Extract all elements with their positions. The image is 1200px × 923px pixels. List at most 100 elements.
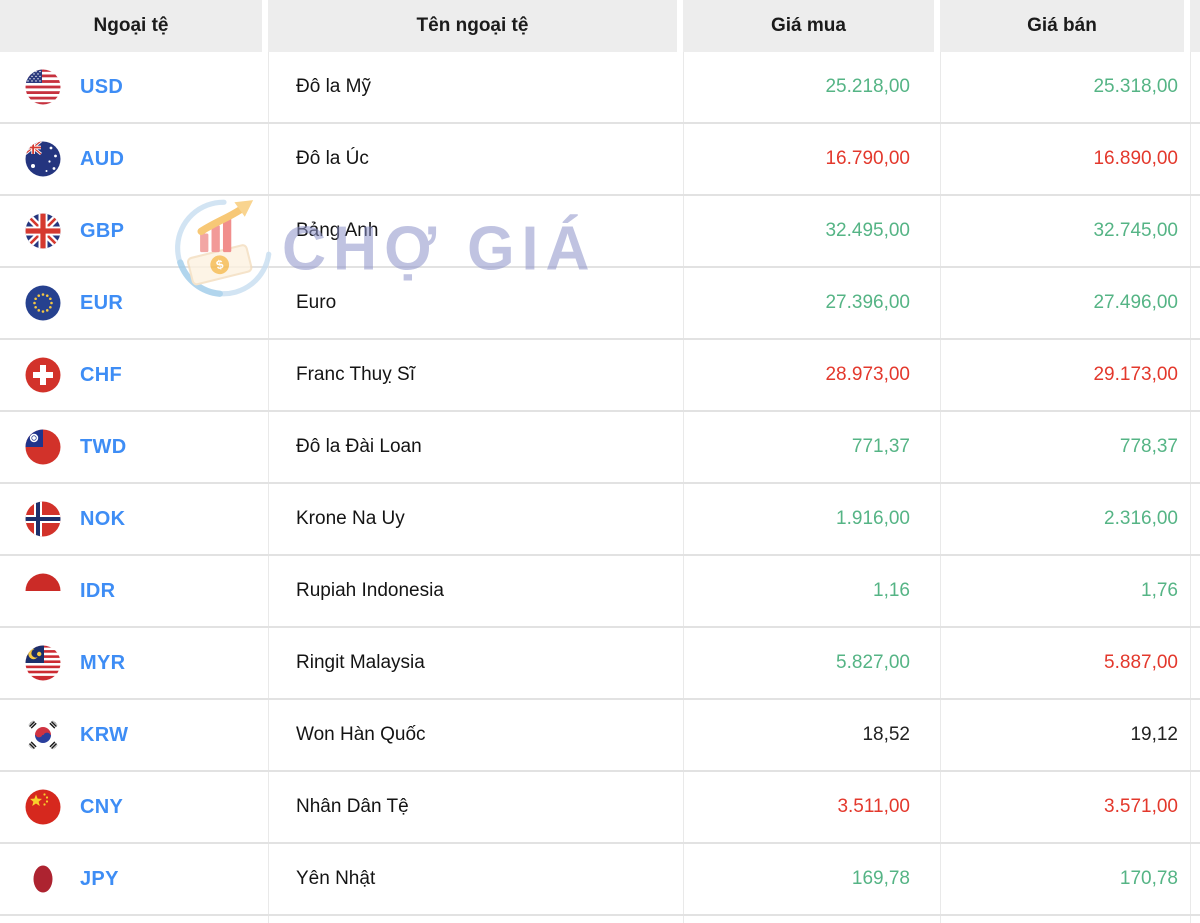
switzerland-flag-icon [25,357,61,393]
currency-code-link[interactable]: TWD [80,436,126,459]
cutoff-cell [1190,484,1200,554]
buy-price: 16.790,00 [683,124,940,194]
currency-name: Euro [268,268,683,338]
currency-cell: CNY [0,772,268,842]
malaysia-flag-icon [25,645,61,681]
currency-code-link[interactable]: CNY [80,796,123,819]
exchange-rate-table: Ngoại tệ Tên ngoại tệ Giá mua Giá bán US… [0,0,1200,923]
table-row: CHF Franc Thuỵ Sĩ 28.973,00 29.173,00 [0,340,1200,412]
table-header-row: Ngoại tệ Tên ngoại tệ Giá mua Giá bán [0,0,1200,52]
currency-code-link[interactable]: USD [80,76,123,99]
header-name: Tên ngoại tệ [268,0,683,52]
currency-cell: KRW [0,700,268,770]
currency-code-link[interactable]: AUD [80,148,124,171]
currency-name: Nhân Dân Tệ [268,772,683,842]
sell-price: 29.173,00 [940,340,1190,410]
currency-name: Franc Thuỵ Sĩ [268,340,683,410]
table-row: AUD Đô la Úc 16.790,00 16.890,00 [0,124,1200,196]
buy-price: 27.396,00 [683,268,940,338]
currency-code-link[interactable]: JPY [80,868,119,891]
buy-price: 5.827,00 [683,628,940,698]
table-row: TWD Đô la Đài Loan 771,37 778,37 [0,412,1200,484]
currency-cell [0,916,268,923]
table-row: KRW Won Hàn Quốc 18,52 19,12 [0,700,1200,772]
currency-code-link[interactable]: IDR [80,580,115,603]
sell-price: 27.496,00 [940,268,1190,338]
currency-code-link[interactable]: CHF [80,364,122,387]
currency-cell: NOK [0,484,268,554]
china-flag-icon [25,789,61,825]
currency-code-link[interactable]: EUR [80,292,123,315]
cutoff-cell [1190,268,1200,338]
rates-table-body: USD Đô la Mỹ 25.218,00 25.318,00 AUD Đô … [0,52,1200,923]
cutoff-cell [1190,844,1200,914]
currency-name [268,916,683,923]
cutoff-cell [1190,412,1200,482]
buy-price: 18,52 [683,700,940,770]
table-row: IDR Rupiah Indonesia 1,16 1,76 [0,556,1200,628]
currency-code-link[interactable]: KRW [80,724,128,747]
us-flag-icon [25,69,61,105]
currency-name: Đô la Mỹ [268,52,683,122]
buy-price: 771,37 [683,412,940,482]
currency-cell: TWD [0,412,268,482]
sell-price: 16.890,00 [940,124,1190,194]
header-cutoff-column [1190,0,1200,52]
sell-price: 170,78 [940,844,1190,914]
cutoff-cell [1190,124,1200,194]
table-row: CNY Nhân Dân Tệ 3.511,00 3.571,00 [0,772,1200,844]
table-row: MYR Ringit Malaysia 5.827,00 5.887,00 [0,628,1200,700]
currency-cell: IDR [0,556,268,626]
currency-code-link[interactable]: NOK [80,508,125,531]
header-buy-price: Giá mua [683,0,940,52]
cutoff-cell [1190,52,1200,122]
header-currency: Ngoại tệ [0,0,268,52]
indonesia-flag-icon [25,573,61,609]
currency-name: Đô la Đài Loan [268,412,683,482]
table-row: USD Đô la Mỹ 25.218,00 25.318,00 [0,52,1200,124]
buy-price: 25.218,00 [683,52,940,122]
currency-cell: EUR [0,268,268,338]
table-row: JPY Yên Nhật 169,78 170,78 [0,844,1200,916]
sell-price: 19,12 [940,700,1190,770]
cutoff-cell [1190,700,1200,770]
buy-price: 1.916,00 [683,484,940,554]
currency-name: Won Hàn Quốc [268,700,683,770]
buy-price: 169,78 [683,844,940,914]
table-row: GBP Bảng Anh 32.495,00 32.745,00 [0,196,1200,268]
table-row: EUR Euro 27.396,00 27.496,00 [0,268,1200,340]
sell-price: 32.745,00 [940,196,1190,266]
table-row: NOK Krone Na Uy 1.916,00 2.316,00 [0,484,1200,556]
buy-price [683,916,940,923]
norway-flag-icon [25,501,61,537]
currency-name: Bảng Anh [268,196,683,266]
buy-price: 28.973,00 [683,340,940,410]
sell-price: 3.571,00 [940,772,1190,842]
south-korea-flag-icon [25,717,61,753]
sell-price: 25.318,00 [940,52,1190,122]
currency-code-link[interactable]: MYR [80,652,125,675]
uk-flag-icon [25,213,61,249]
table-row-cutoff [0,916,1200,923]
cutoff-cell [1190,340,1200,410]
japan-flag-icon [25,861,61,897]
sell-price: 5.887,00 [940,628,1190,698]
buy-price: 3.511,00 [683,772,940,842]
sell-price: 2.316,00 [940,484,1190,554]
currency-cell: GBP [0,196,268,266]
buy-price: 32.495,00 [683,196,940,266]
currency-name: Krone Na Uy [268,484,683,554]
australia-flag-icon [25,141,61,177]
currency-cell: CHF [0,340,268,410]
currency-cell: AUD [0,124,268,194]
currency-cell: MYR [0,628,268,698]
cutoff-cell [1190,628,1200,698]
sell-price: 1,76 [940,556,1190,626]
currency-cell: USD [0,52,268,122]
buy-price: 1,16 [683,556,940,626]
currency-cell: JPY [0,844,268,914]
currency-code-link[interactable]: GBP [80,220,124,243]
sell-price [940,916,1190,923]
currency-name: Ringit Malaysia [268,628,683,698]
cutoff-cell [1190,916,1200,923]
